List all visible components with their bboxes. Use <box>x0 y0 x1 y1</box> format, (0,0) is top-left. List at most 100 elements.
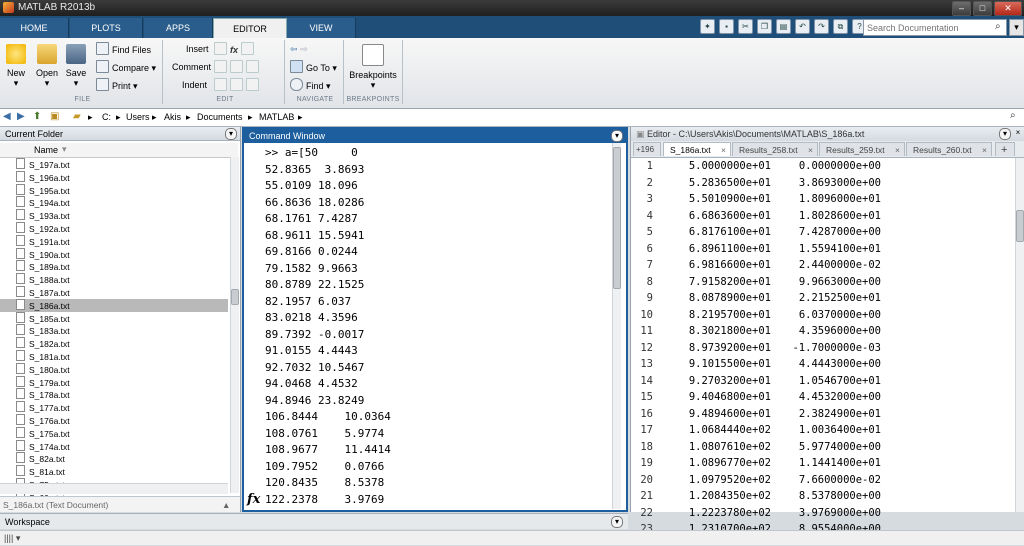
tab-results-258[interactable]: Results_258.txt × <box>732 142 818 156</box>
close-tab-icon[interactable]: × <box>808 143 813 157</box>
maximize-button[interactable]: □ <box>973 1 992 16</box>
file-list-item[interactable]: S_191a.txt <box>16 234 228 248</box>
switch-windows-icon[interactable]: ⧉ <box>833 19 848 34</box>
fx-icon[interactable]: fx <box>247 492 260 507</box>
panel-actions-icon[interactable]: ▾ <box>225 128 237 140</box>
file-list-item[interactable]: S_82a.txt <box>16 452 228 465</box>
editor-actions-icon[interactable]: ▾ <box>999 128 1011 140</box>
file-list-item[interactable]: S_189a.txt <box>16 260 228 273</box>
workspace-panel[interactable]: Workspace ▾ <box>0 513 628 529</box>
file-list-item[interactable]: S_192a.txt <box>16 222 228 235</box>
comment-icons[interactable] <box>214 60 262 74</box>
breadcrumb-c[interactable]: C: <box>102 112 111 122</box>
save-button[interactable]: Save ▾ <box>64 44 88 89</box>
close-tab-icon[interactable]: × <box>721 143 726 157</box>
breadcrumb-documents[interactable]: Documents <box>197 112 243 122</box>
tab-plots[interactable]: PLOTS <box>70 18 143 38</box>
forward-icon[interactable]: ▶ <box>17 111 25 122</box>
minimize-button[interactable]: – <box>952 1 971 16</box>
help-dropdown-button[interactable]: ▾ <box>1009 19 1024 36</box>
tab-results-259[interactable]: Results_259.txt × <box>819 142 905 156</box>
back-icon[interactable]: ◀ <box>3 111 11 122</box>
breakpoints-button[interactable]: Breakpoints ▾ <box>348 44 398 91</box>
indent-icons[interactable] <box>214 78 262 92</box>
file-list-item[interactable]: S_183a.txt <box>16 324 228 337</box>
file-list-item[interactable]: S_182a.txt <box>16 337 228 350</box>
folder-scrollbar[interactable] <box>230 157 239 493</box>
command-window-actions-icon[interactable]: ▾ <box>611 130 623 142</box>
new-button[interactable]: New ▾ <box>4 44 28 89</box>
find-files-button[interactable]: Find Files <box>96 42 151 56</box>
file-list-item[interactable]: S_194a.txt <box>16 196 228 209</box>
back-forward-buttons[interactable]: ⇦ ⇨ <box>290 42 308 56</box>
file-list-item[interactable]: S_188a.txt <box>16 273 228 286</box>
insert-button[interactable]: Insert <box>186 42 209 56</box>
file-list-item[interactable]: S_178a.txt <box>16 388 228 401</box>
file-list-item[interactable]: S_197a.txt <box>16 158 228 171</box>
tab-editor[interactable]: EDITOR <box>213 18 287 39</box>
command-scrollbar[interactable] <box>612 143 621 509</box>
file-list-item[interactable]: S_176a.txt <box>16 414 228 427</box>
command-window[interactable]: Command Window ▾ >> a=[50 0 52.8365 3.869… <box>242 127 628 512</box>
editor-scrollbar[interactable] <box>1015 158 1024 512</box>
address-search-icon[interactable]: ⌕ <box>1010 110 1016 121</box>
tab-s186a[interactable]: S_186a.txt × <box>663 142 731 156</box>
expand-details-icon[interactable]: ▲ <box>222 497 230 513</box>
quick-new-icon[interactable]: ✦ <box>700 19 715 34</box>
tab-label: Results_259.txt <box>826 145 885 155</box>
browse-folder-icon[interactable]: ▣ <box>50 111 59 122</box>
name-column-header[interactable]: Name ▾ <box>0 143 238 158</box>
file-list-item[interactable]: S_181a.txt <box>16 350 228 363</box>
scroll-thumb[interactable] <box>613 147 621 289</box>
search-input[interactable] <box>864 20 988 35</box>
scroll-thumb[interactable] <box>231 289 239 305</box>
file-list-item[interactable]: S_81a.txt <box>16 465 228 478</box>
close-button[interactable]: ✕ <box>994 1 1022 16</box>
cut-icon[interactable]: ✂ <box>738 19 753 34</box>
paste-icon[interactable]: ▤ <box>776 19 791 34</box>
redo-icon[interactable]: ↷ <box>814 19 829 34</box>
file-list-item[interactable]: S_187a.txt <box>16 286 228 299</box>
file-list-item[interactable]: S_174a.txt <box>16 439 228 453</box>
command-line: 83.0218 4.3596 <box>265 311 358 324</box>
tab-overflow-button[interactable]: +196 <box>633 142 661 156</box>
file-list-item[interactable]: S_180a.txt <box>16 362 228 376</box>
new-tab-button[interactable]: + <box>995 142 1015 156</box>
horizontal-scrollbar[interactable] <box>0 483 228 494</box>
copy-icon[interactable]: ❐ <box>757 19 772 34</box>
go-to-button[interactable]: Go To ▾ <box>290 60 337 74</box>
print-button[interactable]: Print ▾ <box>96 78 138 92</box>
tab-apps[interactable]: APPS <box>144 18 213 38</box>
tab-home[interactable]: HOME <box>0 18 69 38</box>
compare-button[interactable]: Compare ▾ <box>96 60 156 74</box>
file-list-item[interactable]: S_177a.txt <box>16 401 228 414</box>
close-tab-icon[interactable]: × <box>982 143 987 157</box>
file-list-item[interactable]: S_179a.txt <box>16 375 228 389</box>
close-tab-icon[interactable]: × <box>895 143 900 157</box>
file-list-item[interactable]: S_185a.txt <box>16 311 228 325</box>
tab-view[interactable]: VIEW <box>287 18 356 38</box>
find-button[interactable]: Find ▾ <box>290 78 331 92</box>
workspace-actions-icon[interactable]: ▾ <box>611 516 623 528</box>
breadcrumb-users[interactable]: Users <box>126 112 150 122</box>
editor-close-icon[interactable]: × <box>1013 128 1023 138</box>
breadcrumb-matlab[interactable]: MATLAB <box>259 112 294 122</box>
file-list-item[interactable]: S_196a.txt <box>16 170 228 184</box>
open-button[interactable]: Open ▾ <box>34 44 60 89</box>
file-list-item[interactable]: S_175a.txt <box>16 426 228 440</box>
up-folder-icon[interactable]: ⬆ <box>33 111 41 122</box>
comment-button[interactable]: Comment <box>172 60 211 74</box>
undo-icon[interactable]: ↶ <box>795 19 810 34</box>
scroll-thumb[interactable] <box>1016 210 1024 242</box>
line-number: 6 <box>646 242 653 255</box>
file-list-item[interactable]: S_193a.txt <box>16 209 228 222</box>
search-icon[interactable]: ⌕ <box>995 21 1001 32</box>
file-list-item[interactable]: S_186a.txt <box>0 298 228 312</box>
breadcrumb-akis[interactable]: Akis <box>164 112 181 122</box>
indent-button[interactable]: Indent <box>182 78 207 92</box>
file-list-item[interactable]: S_190a.txt <box>16 247 228 261</box>
quick-save-icon[interactable]: ▪ <box>719 19 734 34</box>
tab-results-260[interactable]: Results_260.txt × <box>906 142 992 156</box>
insert-icons[interactable]: fx <box>214 42 257 56</box>
file-list-item[interactable]: S_195a.txt <box>16 183 228 197</box>
